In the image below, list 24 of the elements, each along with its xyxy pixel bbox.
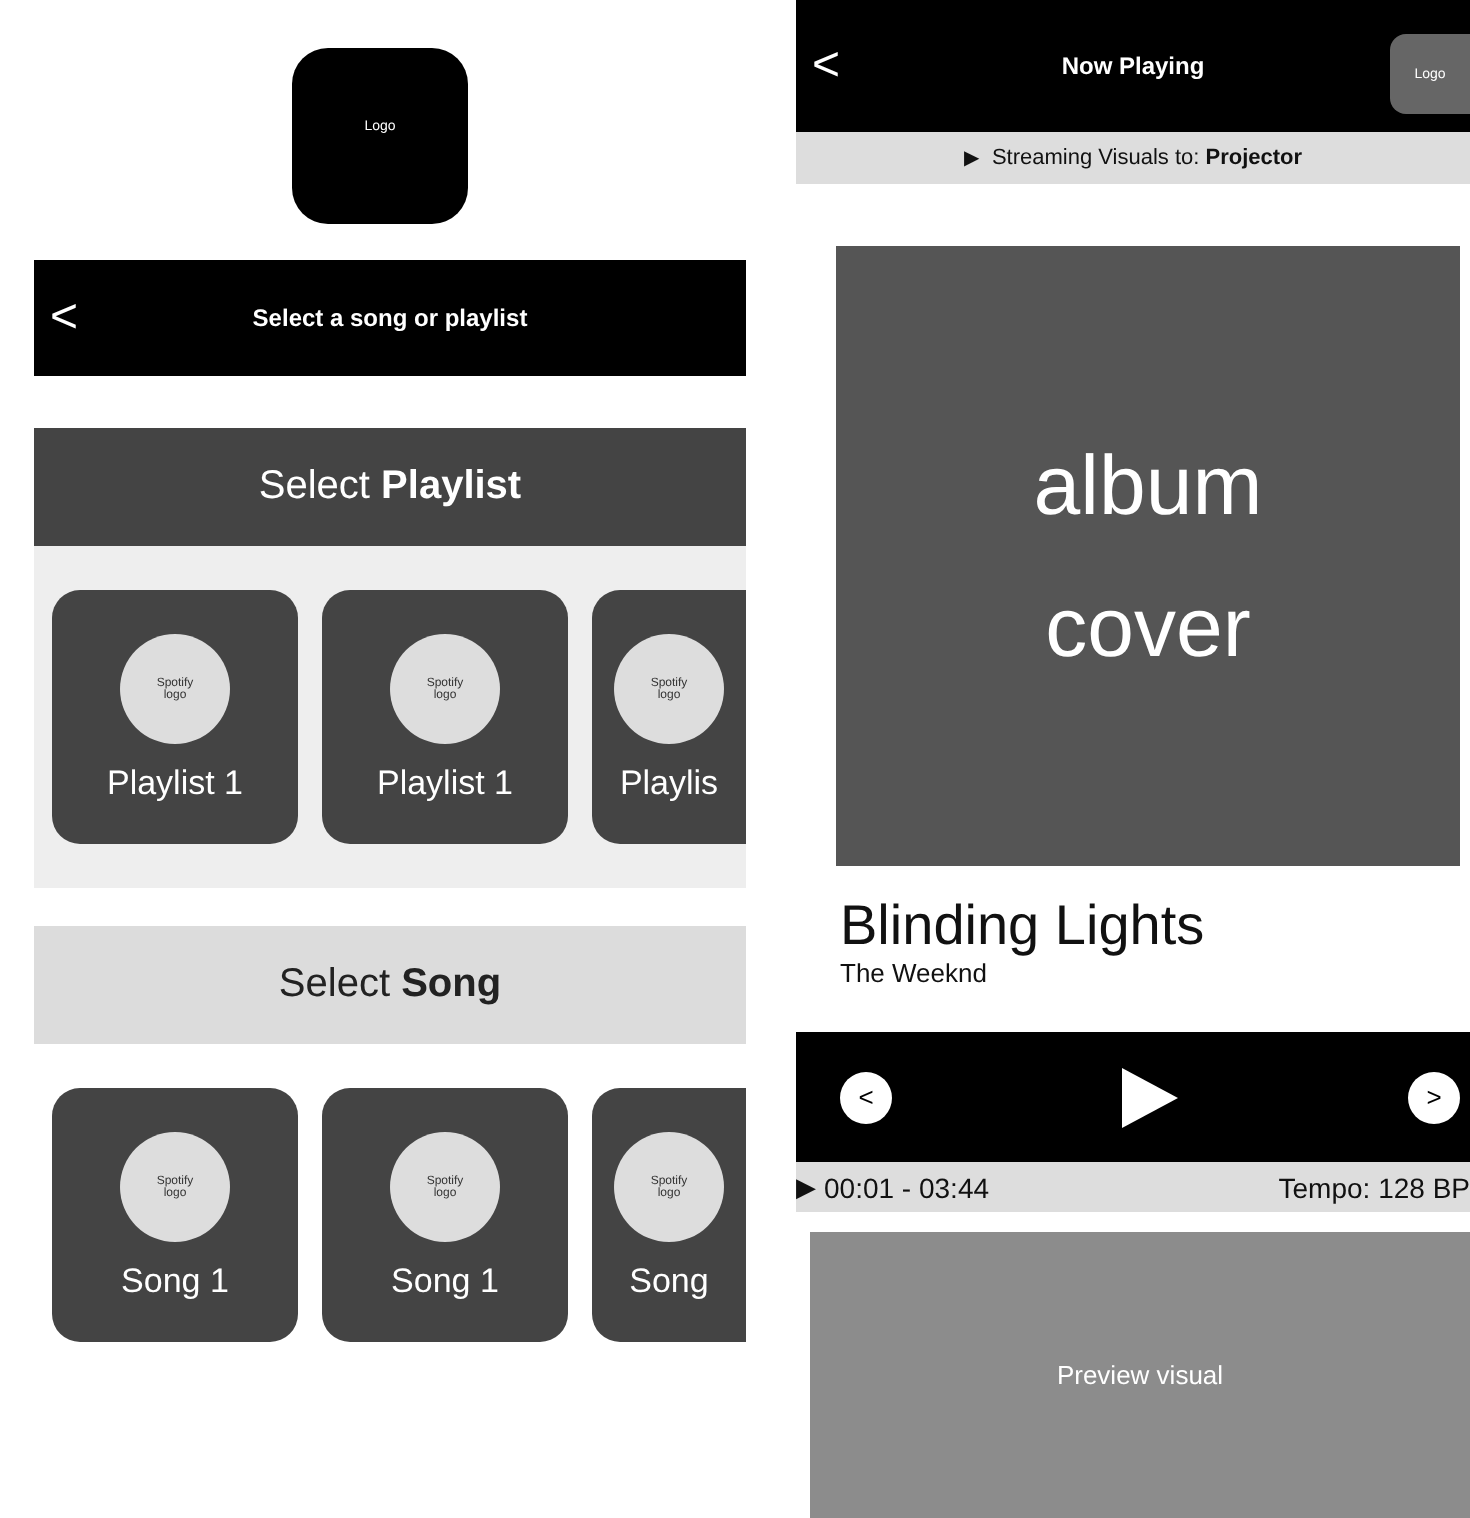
back-button[interactable]: < bbox=[34, 294, 95, 342]
album-cover: album cover bbox=[836, 246, 1460, 866]
preview-area: Preview visual bbox=[810, 1232, 1470, 1518]
card-label: Playlist 1 bbox=[106, 764, 244, 804]
card-label: Playlist 1 bbox=[376, 764, 514, 804]
header-title: Now Playing bbox=[1061, 52, 1205, 80]
section-heading[interactable]: Select Song bbox=[34, 926, 746, 1044]
card-label: Song bbox=[629, 1262, 709, 1302]
next-button[interactable]: > bbox=[1408, 1071, 1460, 1123]
section-heading[interactable]: Select Playlist bbox=[34, 428, 746, 546]
time-range: 00:01 - 03:44 bbox=[824, 1171, 992, 1203]
card-label: Song 1 bbox=[121, 1262, 229, 1302]
header-title: Select a song or playlist bbox=[252, 304, 528, 332]
card-label: Playlis bbox=[619, 764, 719, 804]
streaming-text: Streaming Visuals to: Projector bbox=[991, 146, 1303, 170]
play-icon: ▶ bbox=[796, 1172, 816, 1202]
previous-button[interactable]: < bbox=[840, 1071, 892, 1123]
song-title: Blinding Lights bbox=[840, 894, 1207, 958]
card-label: Song 1 bbox=[391, 1262, 499, 1302]
play-icon: ▶ bbox=[963, 146, 980, 170]
artist-name: The Weeknd bbox=[840, 958, 989, 988]
play-icon[interactable] bbox=[1122, 1067, 1178, 1127]
back-button[interactable]: < bbox=[796, 42, 857, 90]
tempo-text: Tempo: 128 BP bbox=[1278, 1171, 1470, 1203]
